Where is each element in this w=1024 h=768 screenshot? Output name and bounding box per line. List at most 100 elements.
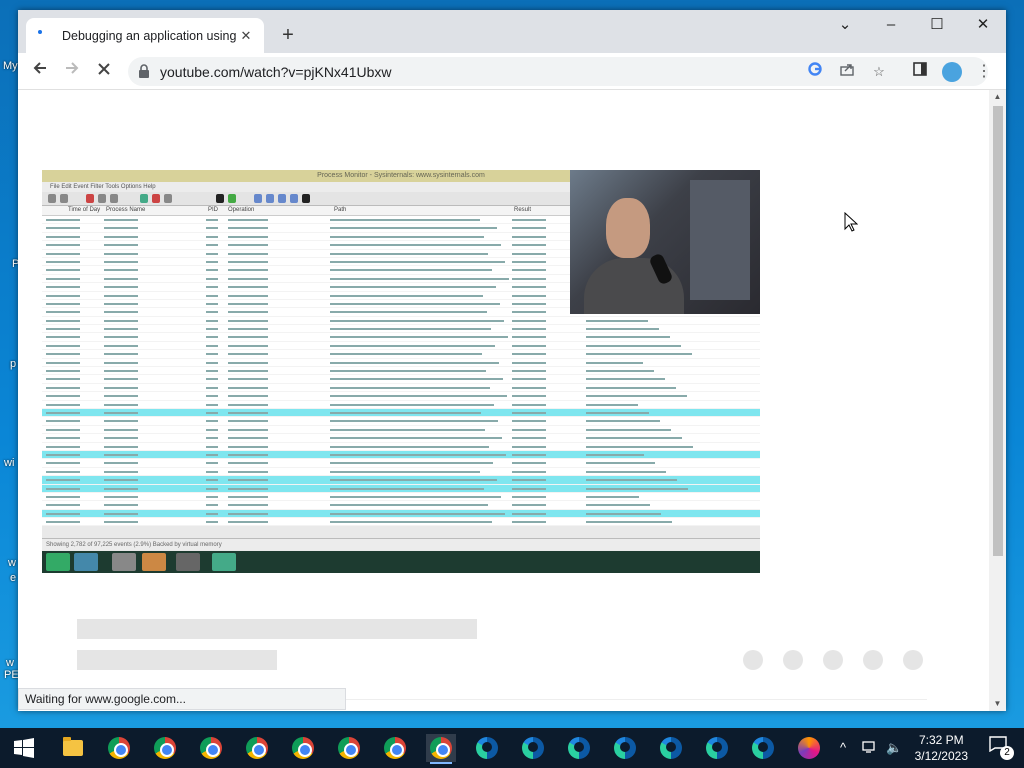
close-window-button[interactable]: ✕ (960, 10, 1006, 40)
share-icon[interactable] (836, 61, 858, 83)
minimize-button[interactable]: – (868, 10, 914, 40)
network-icon[interactable] (862, 740, 878, 757)
desktop-icon-label[interactable]: e (10, 572, 16, 584)
windows-start-icon[interactable] (14, 738, 34, 758)
desktop-icon-label[interactable]: My (3, 60, 18, 72)
taskbar-edge-button[interactable] (564, 734, 594, 762)
chrome-icon (108, 737, 130, 759)
new-tab-button[interactable]: + (276, 24, 300, 48)
bookmark-star-icon[interactable]: ☆ (868, 61, 890, 83)
stop-loading-icon[interactable] (90, 58, 118, 86)
video-event-row (42, 442, 760, 451)
video-taskbar (42, 551, 760, 573)
page-scrollbar[interactable]: ▲ ▼ (989, 90, 1006, 711)
video-event-row (42, 459, 760, 468)
taskbar-chrome-button[interactable] (242, 734, 272, 762)
taskbar-chrome-button[interactable] (426, 734, 456, 764)
channel-skeleton (77, 650, 277, 670)
taskbar-firefox-button[interactable] (794, 734, 824, 762)
taskbar-file-explorer-button[interactable] (58, 734, 88, 762)
video-event-row (42, 392, 760, 401)
profile-avatar-icon[interactable] (938, 58, 966, 86)
url-text[interactable]: youtube.com/watch?v=pjKNx41Ubxw (160, 64, 392, 80)
edge-icon (476, 737, 498, 759)
system-clock[interactable]: 7:32 PM 3/12/2023 (915, 732, 968, 764)
chrome-icon (154, 737, 176, 759)
video-event-row (42, 501, 760, 510)
taskbar-edge-button[interactable] (702, 734, 732, 762)
taskbar-chrome-button[interactable] (380, 734, 410, 762)
loading-status-text: Waiting for www.google.com... (18, 688, 346, 710)
chrome-icon (246, 737, 268, 759)
taskbar-chrome-button[interactable] (196, 734, 226, 762)
video-event-row (42, 484, 760, 493)
video-event-row (42, 425, 760, 435)
desktop-icon-label[interactable]: PE (4, 669, 19, 681)
video-event-row (42, 333, 760, 342)
file-explorer-icon (63, 737, 83, 756)
tab-active[interactable]: Debugging an application using ✕ (26, 18, 264, 53)
edge-icon (752, 737, 774, 759)
taskbar-edge-button[interactable] (748, 734, 778, 762)
clock-date: 3/12/2023 (914, 749, 968, 763)
address-bar[interactable]: youtube.com/watch?v=pjKNx41Ubxw ☆ (128, 57, 988, 86)
video-event-row (42, 375, 760, 384)
side-panel-icon[interactable] (906, 58, 934, 86)
back-arrow-icon[interactable] (26, 58, 54, 86)
video-event-row (42, 518, 760, 527)
taskbar-chrome-button[interactable] (150, 734, 180, 762)
firefox-icon (798, 737, 820, 759)
video-event-row (42, 400, 760, 409)
tab-close-icon[interactable]: ✕ (238, 28, 254, 44)
show-hidden-icons-icon[interactable]: ^ (840, 740, 846, 755)
taskbar-chrome-button[interactable] (104, 734, 134, 762)
google-lens-icon[interactable] (804, 61, 826, 83)
scroll-thumb[interactable] (993, 106, 1003, 556)
chrome-icon (430, 737, 452, 759)
chrome-window: Debugging an application using ✕ + ⌄ – ☐… (18, 10, 1006, 711)
video-event-row (42, 408, 760, 418)
action-skeleton (823, 650, 843, 670)
edge-icon (614, 737, 636, 759)
lock-icon[interactable] (138, 64, 150, 78)
title-skeleton (77, 619, 477, 639)
more-options-icon[interactable]: ⋮ (970, 58, 998, 86)
desktop-icon-label[interactable]: p (10, 358, 16, 370)
edge-icon (568, 737, 590, 759)
volume-icon[interactable]: 🔈 (886, 740, 902, 756)
action-skeleton (863, 650, 883, 670)
video-event-row (42, 341, 760, 351)
windows-taskbar: ^ 🔈 7:32 PM 3/12/2023 2 (0, 728, 1024, 768)
desktop-icon-label[interactable]: wi (4, 457, 14, 469)
video-event-row (42, 350, 760, 359)
maximize-button[interactable]: ☐ (914, 10, 960, 40)
scroll-down-icon[interactable]: ▼ (989, 697, 1006, 711)
taskbar-chrome-button[interactable] (288, 734, 318, 762)
clock-time: 7:32 PM (918, 733, 964, 747)
video-event-row (42, 450, 760, 460)
taskbar-chrome-button[interactable] (334, 734, 364, 762)
video-event-row (42, 509, 760, 519)
desktop-icon-label[interactable]: w (8, 557, 16, 569)
video-event-row (42, 358, 760, 368)
page-content: Process Monitor - Sysinternals: www.sysi… (18, 90, 1006, 711)
video-event-row (42, 476, 760, 485)
desktop-icon-label[interactable]: w (6, 657, 14, 669)
forward-arrow-icon[interactable] (58, 58, 86, 86)
mouse-cursor-icon (844, 212, 858, 232)
taskbar-edge-button[interactable] (656, 734, 686, 762)
scroll-up-icon[interactable]: ▲ (989, 90, 1006, 104)
video-player[interactable]: Process Monitor - Sysinternals: www.sysi… (42, 170, 760, 573)
edge-icon (660, 737, 682, 759)
chrome-icon (384, 737, 406, 759)
tab-title: Debugging an application using (62, 28, 237, 43)
taskbar-edge-button[interactable] (610, 734, 640, 762)
taskbar-edge-button[interactable] (518, 734, 548, 762)
loading-spinner-icon (36, 28, 52, 44)
video-status-bar: Showing 2,782 of 97,225 events (2.9%) Ba… (42, 538, 760, 550)
taskbar-edge-button[interactable] (472, 734, 502, 762)
chrome-icon (338, 737, 360, 759)
video-event-row (42, 316, 760, 326)
notification-center-icon[interactable]: 2 (986, 736, 1014, 760)
tab-search-button[interactable]: ⌄ (822, 10, 868, 40)
